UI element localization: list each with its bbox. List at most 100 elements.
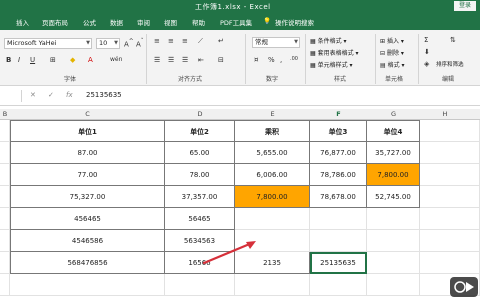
- insert-cells-button[interactable]: ⊞ 插入 ▾: [380, 36, 404, 45]
- table-cell[interactable]: 78,786.00: [310, 164, 367, 186]
- tab-pdf-tools[interactable]: PDF工具集: [220, 17, 252, 27]
- currency-icon[interactable]: ¤: [254, 56, 258, 64]
- formula-input[interactable]: 25135635: [86, 91, 122, 99]
- tab-page-layout[interactable]: 页面布局: [42, 17, 68, 27]
- column-header-g[interactable]: G: [367, 110, 420, 118]
- grow-font-icon[interactable]: A^: [124, 39, 134, 48]
- fill-icon[interactable]: ⬇: [424, 48, 430, 56]
- table-cell[interactable]: 76,877.00: [310, 142, 367, 164]
- format-cells-button[interactable]: ▤ 格式 ▾: [380, 60, 405, 69]
- conditional-format-button[interactable]: ▦ 条件格式 ▾: [310, 36, 347, 45]
- comma-icon[interactable]: ,: [280, 56, 282, 64]
- table-cell[interactable]: 35,727.00: [367, 142, 420, 164]
- cell[interactable]: [420, 230, 480, 252]
- cell[interactable]: [310, 274, 367, 296]
- name-box[interactable]: [0, 90, 22, 102]
- italic-icon[interactable]: I: [18, 56, 20, 64]
- cell[interactable]: [0, 164, 10, 186]
- table-header-cell[interactable]: 乘积: [235, 120, 310, 142]
- table-cell[interactable]: 87.00: [10, 142, 165, 164]
- cell[interactable]: [10, 274, 165, 296]
- phonetic-icon[interactable]: wén: [110, 56, 122, 63]
- table-cell[interactable]: 4546586: [10, 230, 165, 252]
- align-bottom-icon[interactable]: ≡: [182, 37, 188, 45]
- table-header-cell[interactable]: 单位1: [10, 120, 165, 142]
- cell[interactable]: [420, 120, 480, 142]
- column-header-c[interactable]: C: [10, 110, 165, 118]
- cell[interactable]: [235, 274, 310, 296]
- cell[interactable]: [420, 208, 480, 230]
- table-cell[interactable]: 5,655.00: [235, 142, 310, 164]
- align-left-icon[interactable]: ☰: [154, 56, 160, 64]
- table-cell[interactable]: 56465: [165, 208, 235, 230]
- cell[interactable]: [310, 230, 367, 252]
- table-cell[interactable]: 77.00: [10, 164, 165, 186]
- cell[interactable]: [0, 208, 10, 230]
- table-cell-highlighted[interactable]: 7,800.00: [367, 164, 420, 186]
- align-center-icon[interactable]: ☰: [168, 56, 174, 64]
- table-cell[interactable]: 78,678.00: [310, 186, 367, 208]
- tab-view[interactable]: 视图: [164, 17, 177, 27]
- cell[interactable]: [310, 208, 367, 230]
- table-cell-selected[interactable]: 25135635: [310, 252, 367, 274]
- table-cell[interactable]: 52,745.00: [367, 186, 420, 208]
- table-cell[interactable]: 65.00: [165, 142, 235, 164]
- indent-icon[interactable]: ⇤: [198, 56, 204, 64]
- autosum-icon[interactable]: Σ: [424, 36, 428, 44]
- cell[interactable]: [420, 142, 480, 164]
- table-cell[interactable]: 78.00: [165, 164, 235, 186]
- cell[interactable]: [367, 208, 420, 230]
- number-format-select[interactable]: 常规 ▼: [252, 37, 300, 48]
- column-header-b[interactable]: B: [0, 110, 10, 118]
- table-cell-highlighted[interactable]: 7,800.00: [235, 186, 310, 208]
- confirm-icon[interactable]: ✓: [48, 91, 54, 99]
- table-header-cell[interactable]: 单位2: [165, 120, 235, 142]
- column-header-f[interactable]: F: [310, 110, 367, 118]
- cell-style-button[interactable]: ▦ 单元格样式 ▾: [310, 60, 353, 69]
- table-header-cell[interactable]: 单位4: [367, 120, 420, 142]
- cell[interactable]: [165, 274, 235, 296]
- wrap-text-icon[interactable]: ↵: [218, 37, 224, 45]
- cell[interactable]: [0, 274, 10, 296]
- align-middle-icon[interactable]: ≡: [168, 37, 174, 45]
- delete-cells-button[interactable]: ⊟ 删除 ▾: [380, 48, 404, 57]
- column-header-e[interactable]: E: [235, 110, 310, 118]
- sort-filter-icon[interactable]: ⇅: [450, 36, 456, 44]
- table-cell[interactable]: 456465: [10, 208, 165, 230]
- align-right-icon[interactable]: ☰: [182, 56, 188, 64]
- cell[interactable]: [420, 252, 480, 274]
- shrink-font-icon[interactable]: Aˇ: [136, 39, 144, 48]
- tab-formulas[interactable]: 公式: [83, 17, 96, 27]
- column-header-h[interactable]: H: [420, 110, 470, 118]
- table-format-button[interactable]: ▦ 套用表格格式 ▾: [310, 48, 359, 57]
- tell-me-search[interactable]: 操作说明搜索: [275, 17, 314, 27]
- cell[interactable]: [367, 274, 420, 296]
- table-cell[interactable]: 75,327.00: [10, 186, 165, 208]
- cell[interactable]: [367, 230, 420, 252]
- borders-icon[interactable]: ⊞: [50, 56, 56, 64]
- orientation-icon[interactable]: ⟋: [198, 37, 203, 46]
- percent-icon[interactable]: %: [268, 56, 275, 64]
- cell[interactable]: [235, 208, 310, 230]
- tab-data[interactable]: 数据: [110, 17, 123, 27]
- cell[interactable]: [0, 186, 10, 208]
- table-cell[interactable]: 568476856: [10, 252, 165, 274]
- cell[interactable]: [0, 252, 10, 274]
- tab-help[interactable]: 帮助: [192, 17, 205, 27]
- align-top-icon[interactable]: ≡: [154, 37, 160, 45]
- clear-icon[interactable]: ◈: [424, 60, 429, 68]
- cell[interactable]: [0, 142, 10, 164]
- table-cell[interactable]: 37,357.00: [165, 186, 235, 208]
- cell[interactable]: [420, 164, 480, 186]
- column-header-d[interactable]: D: [165, 110, 235, 118]
- decimal-icon[interactable]: .00: [290, 56, 298, 62]
- login-button[interactable]: 登录: [454, 1, 476, 11]
- tab-insert[interactable]: 插入: [16, 17, 29, 27]
- table-header-cell[interactable]: 单位3: [310, 120, 367, 142]
- tab-review[interactable]: 审阅: [137, 17, 150, 27]
- cancel-icon[interactable]: ✕: [30, 91, 36, 99]
- bold-icon[interactable]: B: [6, 56, 11, 64]
- font-name-select[interactable]: Microsoft YaHei ▼: [4, 38, 92, 49]
- cell[interactable]: [367, 252, 420, 274]
- merge-center-icon[interactable]: ⊟: [218, 56, 224, 64]
